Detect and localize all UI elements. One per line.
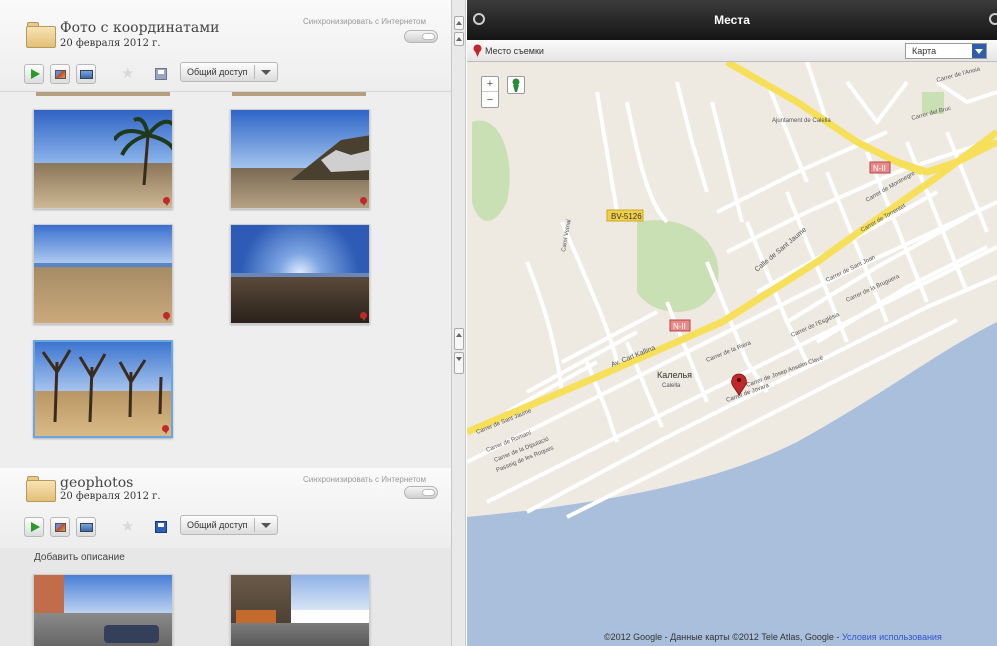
edit-image-button[interactable] [50, 64, 70, 84]
slideshow-button[interactable] [24, 517, 44, 537]
google-map[interactable]: BV-5126 N-II N-II Carrer de Sant Jaume C… [467, 58, 997, 646]
album-date: 20 февраля 2012 г. [60, 491, 161, 502]
chevron-up-icon [456, 333, 462, 337]
places-title: Места [714, 13, 750, 27]
edit-image-button[interactable] [50, 517, 70, 537]
view-image-button[interactable] [76, 517, 96, 537]
save-button[interactable] [150, 64, 170, 84]
folder-icon [26, 22, 56, 48]
places-pane: Места Место съемки Карта BV-5126 N-II N-… [467, 0, 997, 646]
scroll-up-button[interactable] [454, 16, 464, 30]
bare-trees [41, 349, 163, 422]
album-title[interactable]: geophotos [60, 475, 133, 491]
zoom-control: + − [481, 76, 499, 108]
image-icon [80, 70, 93, 79]
star-icon: ★ [121, 65, 135, 82]
road-label: N-II [673, 322, 686, 331]
attribution-text: ©2012 Google - Данные карты ©2012 Tele A… [604, 632, 842, 642]
chevron-down-icon [972, 44, 986, 58]
road-label: BV-5126 [611, 212, 642, 221]
town-subname: Calella [662, 383, 681, 389]
rate-button[interactable]: ★ [118, 64, 138, 84]
map-pin-icon [163, 197, 170, 206]
pegman-icon [512, 78, 520, 92]
scroll-up-button[interactable] [454, 32, 464, 46]
image-edit-icon [55, 70, 66, 79]
map-pin-icon [360, 197, 367, 206]
share-button[interactable]: Общий доступ [180, 62, 278, 82]
close-button[interactable] [989, 13, 997, 25]
shot-place-label: Место съемки [485, 46, 544, 56]
zoom-in-button[interactable]: + [482, 77, 498, 92]
rate-button[interactable]: ★ [118, 517, 138, 537]
chevron-up-icon [456, 21, 462, 25]
photo-thumbnail[interactable] [33, 224, 173, 324]
share-label: Общий доступ [187, 67, 248, 77]
road-label: N-II [873, 164, 886, 173]
photo-thumbnail[interactable] [230, 109, 370, 209]
image-icon [80, 523, 93, 532]
sync-toggle[interactable] [404, 30, 438, 43]
sync-label: Синхронизировать с Интернетом [303, 17, 426, 26]
play-icon [31, 522, 40, 532]
terms-link[interactable]: Условия использования [842, 632, 942, 642]
chevron-up-icon [456, 37, 462, 41]
album-title[interactable]: Фото с координатами [60, 20, 219, 36]
map-pin-icon [162, 425, 169, 434]
map-type-value: Карта [912, 46, 937, 56]
pane-splitter[interactable] [452, 0, 466, 646]
image-edit-icon [55, 523, 66, 532]
save-icon [155, 521, 167, 533]
star-icon: ★ [121, 518, 135, 535]
photo-thumbnail-selected[interactable] [33, 340, 173, 438]
expand-map-button[interactable] [454, 352, 464, 374]
album-header: Фото с координатами 20 февраля 2012 г. С… [0, 0, 451, 92]
place-label: Ajuntament de Calella [772, 118, 831, 124]
play-icon [31, 69, 40, 79]
view-image-button[interactable] [76, 64, 96, 84]
town-name: Калелья [657, 370, 692, 380]
collapse-map-button[interactable] [454, 328, 464, 350]
photo-thumbnail-partial[interactable] [232, 92, 366, 96]
photo-thumbnail-partial[interactable] [36, 92, 170, 96]
slideshow-button[interactable] [24, 64, 44, 84]
chevron-down-icon [456, 357, 462, 361]
chevron-down-icon [261, 70, 271, 75]
share-button[interactable]: Общий доступ [180, 515, 278, 535]
photo-thumbnail[interactable] [33, 574, 173, 646]
folder-icon [26, 476, 56, 502]
photo-thumbnail[interactable] [33, 109, 173, 209]
map-infobar: Место съемки Карта [467, 40, 997, 62]
pegman-button[interactable] [507, 76, 525, 94]
chevron-down-icon [261, 523, 271, 528]
add-description-field[interactable]: Добавить описание [34, 552, 125, 563]
palm-tree [114, 117, 172, 185]
albums-pane: Фото с координатами 20 февраля 2012 г. С… [0, 0, 452, 646]
sync-label: Синхронизировать с Интернетом [303, 475, 426, 484]
share-label: Общий доступ [187, 520, 248, 530]
album-date: 20 февраля 2012 г. [60, 38, 161, 49]
album-header: geophotos 20 февраля 2012 г. Синхронизир… [0, 468, 451, 548]
map-pin-icon [163, 312, 170, 321]
rocky-cliff [291, 135, 369, 180]
save-button[interactable] [150, 517, 170, 537]
map-canvas: BV-5126 N-II N-II Carrer de Sant Jaume C… [467, 58, 997, 519]
map-pin-icon [473, 44, 482, 57]
sync-toggle[interactable] [404, 486, 438, 499]
photo-thumbnail[interactable] [230, 224, 370, 324]
map-type-select[interactable]: Карта [905, 43, 987, 59]
map-pin-icon [360, 312, 367, 321]
photo-thumbnail[interactable] [230, 574, 370, 646]
places-titlebar: Места [467, 0, 997, 40]
save-icon [155, 68, 167, 80]
map-attribution: ©2012 Google - Данные карты ©2012 Tele A… [604, 632, 942, 642]
zoom-out-button[interactable]: − [482, 93, 498, 108]
photo-gallery-app: Фото с координатами 20 февраля 2012 г. С… [0, 0, 997, 646]
